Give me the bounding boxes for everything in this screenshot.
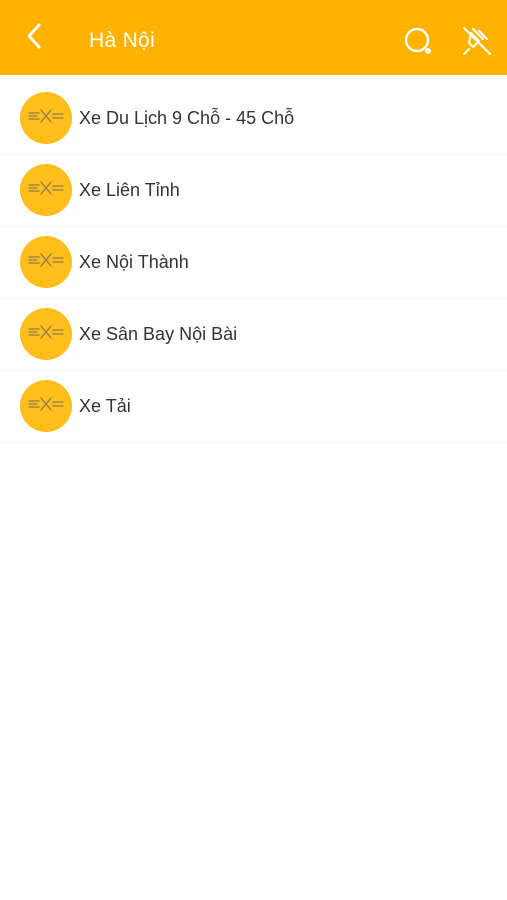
avatar	[20, 92, 72, 144]
list-item[interactable]: Xe Sân Bay Nội Bài	[0, 299, 507, 371]
category-list: Xe Du Lịch 9 Chỗ - 45 Chỗ Xe Liên Tỉnh X…	[0, 83, 507, 443]
list-item-label: Xe Nội Thành	[79, 252, 189, 272]
app-header: Hà Nội	[0, 0, 507, 75]
app-screen: Hà Nội Xe Du Lịch 9 Chỗ - 45 Chỗ Xe Liên…	[0, 0, 507, 900]
list-item-label: Xe Liên Tỉnh	[79, 180, 180, 200]
list-item-label: Xe Du Lịch 9 Chỗ - 45 Chỗ	[79, 108, 295, 128]
search-button[interactable]	[401, 24, 437, 58]
avatar	[20, 164, 72, 216]
logo-icon	[27, 322, 65, 347]
logo-icon	[27, 394, 65, 419]
back-button[interactable]	[18, 22, 50, 54]
list-item-label: Xe Tải	[79, 396, 131, 416]
unpin-button[interactable]	[459, 23, 495, 59]
avatar	[20, 308, 72, 360]
list-item[interactable]: Xe Nội Thành	[0, 227, 507, 299]
list-item[interactable]: Xe Du Lịch 9 Chỗ - 45 Chỗ	[0, 83, 507, 155]
search-icon	[401, 27, 437, 62]
page-title: Hà Nội	[89, 29, 155, 52]
logo-icon	[27, 178, 65, 203]
list-item-label: Xe Sân Bay Nội Bài	[79, 324, 238, 344]
avatar	[20, 380, 72, 432]
logo-icon	[27, 106, 65, 131]
list-item[interactable]: Xe Liên Tỉnh	[0, 155, 507, 227]
unpin-icon	[459, 27, 495, 63]
avatar	[20, 236, 72, 288]
chevron-left-icon	[24, 22, 44, 55]
logo-icon	[27, 250, 65, 275]
list-item[interactable]: Xe Tải	[0, 371, 507, 443]
